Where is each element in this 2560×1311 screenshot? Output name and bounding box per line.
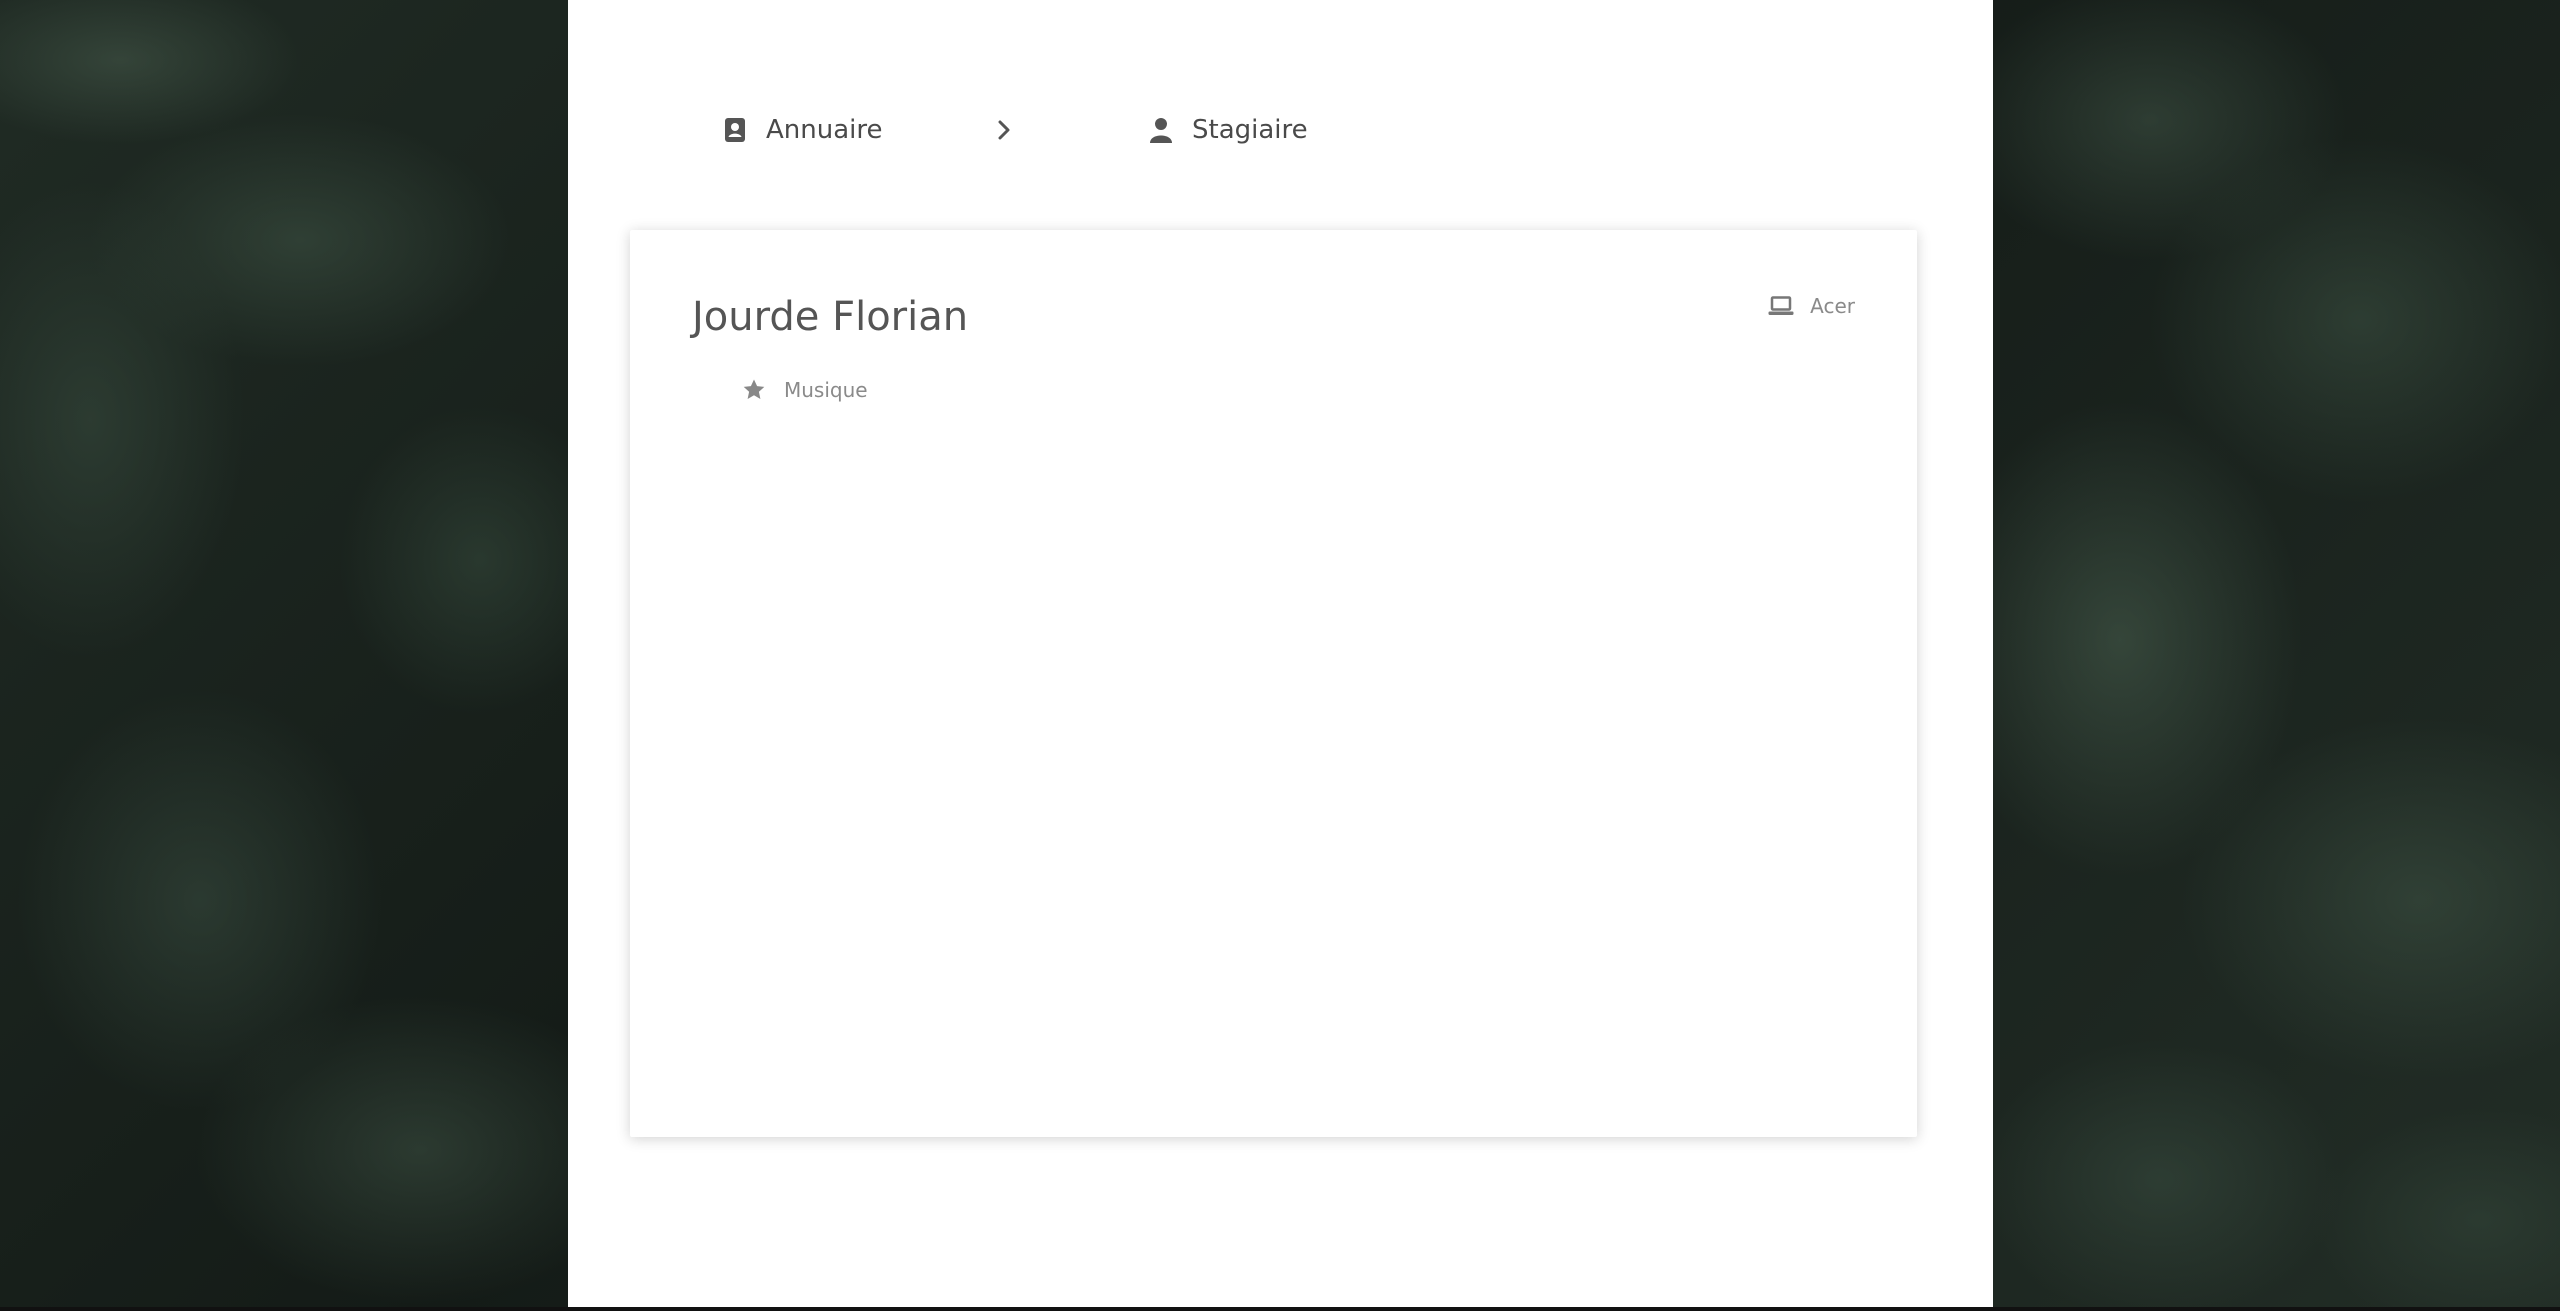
main-panel: Annuaire Stagiaire Jourde Florian Acer M… xyxy=(568,0,1993,1307)
breadcrumb-item-stagiaire[interactable]: Stagiaire xyxy=(1148,108,1308,152)
breadcrumb-label: Stagiaire xyxy=(1192,115,1308,145)
device-info: Acer xyxy=(1768,294,1855,318)
tag-label: Musique xyxy=(784,378,868,402)
breadcrumb-label: Annuaire xyxy=(766,115,883,145)
bottom-divider xyxy=(0,1307,2560,1311)
user-icon xyxy=(1148,117,1174,143)
chevron-right-icon xyxy=(989,112,1019,148)
device-label: Acer xyxy=(1810,294,1855,318)
profile-name: Jourde Florian xyxy=(692,294,969,340)
interest-tag: Musique xyxy=(742,378,868,402)
profile-card: Jourde Florian Acer Musique xyxy=(630,230,1917,1137)
laptop-icon xyxy=(1768,295,1794,317)
breadcrumb-item-annuaire[interactable]: Annuaire xyxy=(722,108,883,152)
address-book-icon xyxy=(722,117,748,143)
breadcrumb: Annuaire Stagiaire xyxy=(568,108,1993,152)
star-icon xyxy=(742,378,766,402)
